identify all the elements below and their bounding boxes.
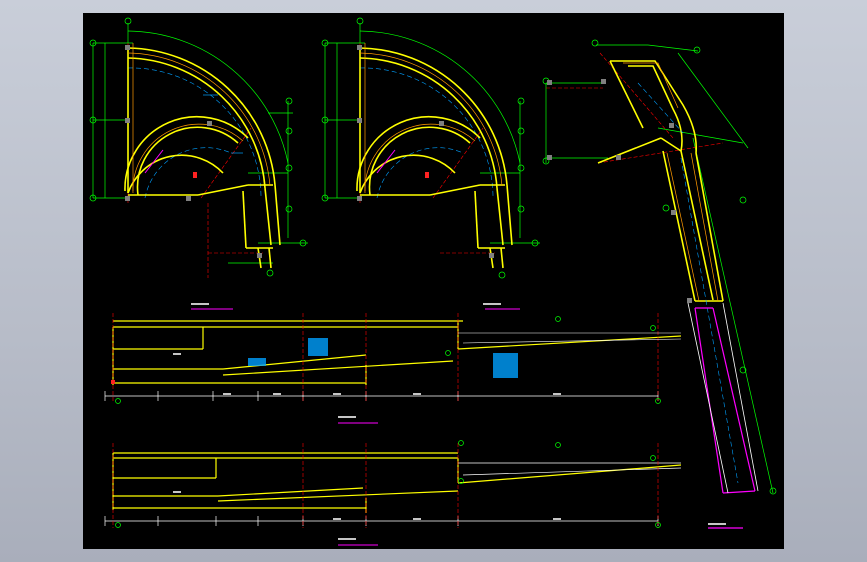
section-drawing-1 <box>104 313 682 424</box>
plan-drawing-1 <box>89 17 308 310</box>
cad-drawing-canvas <box>89 17 777 546</box>
section-drawing-2 <box>104 440 682 546</box>
cad-drawing-viewport[interactable] <box>83 13 784 549</box>
plan-drawing-3 <box>542 39 777 529</box>
plan-drawing-2 <box>321 17 540 310</box>
